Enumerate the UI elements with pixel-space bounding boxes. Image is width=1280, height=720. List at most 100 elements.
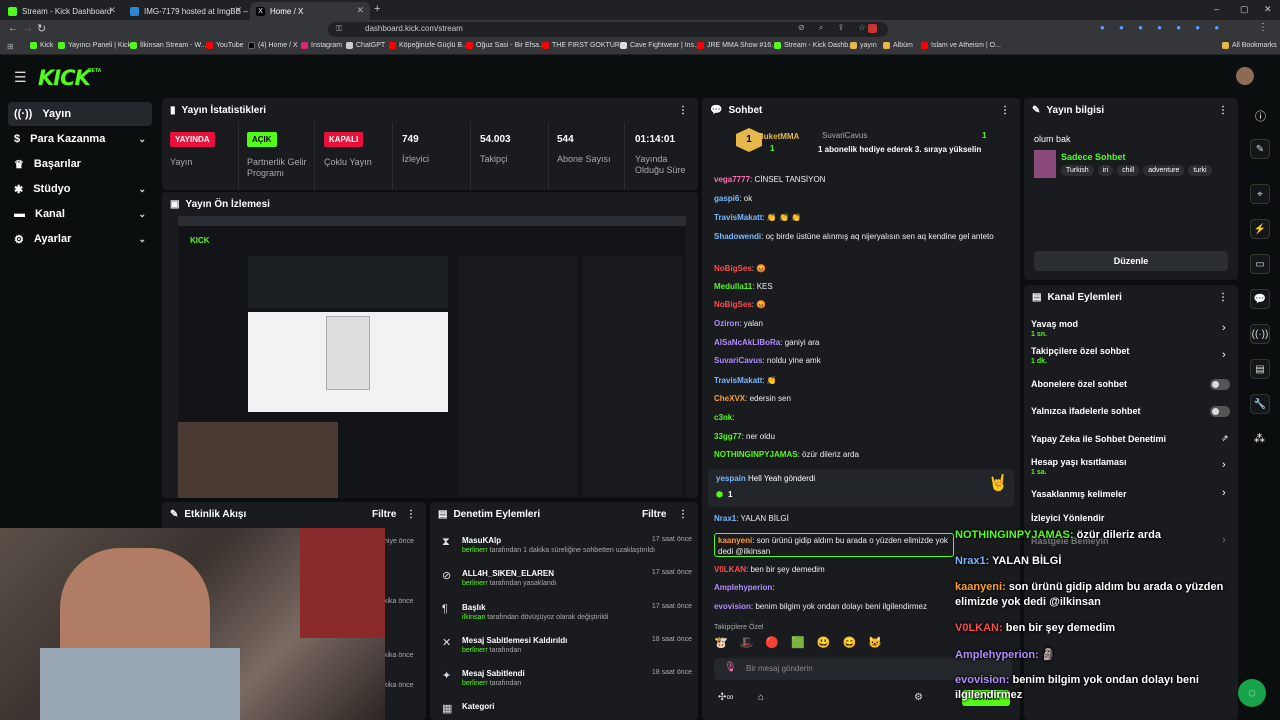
bookmark[interactable]: Oğuz Sasi - Bir Efsa... — [466, 42, 545, 49]
chat-message[interactable]: Oziron: yalan — [714, 318, 1014, 329]
bookmark[interactable]: Kick — [30, 42, 53, 49]
redirect-viewers-row[interactable]: İzleyici Yönlendir — [1031, 513, 1104, 523]
microphone-icon[interactable]: 🎙 — [724, 662, 737, 673]
moderation-item[interactable]: ▦ Kategori — [442, 702, 692, 715]
chat-message[interactable]: Nrax1: YALAN BİLGİ — [714, 513, 1014, 524]
list-rail-button[interactable]: ▤ — [1250, 359, 1270, 379]
chat-username[interactable]: TravisMakatt — [714, 213, 762, 222]
chat-message[interactable]: TravisMakatt: 👏 — [714, 375, 1014, 386]
more-icon[interactable]: ⋮ — [1000, 105, 1010, 116]
subscribers-only-row[interactable]: Abonelere özel sohbet — [1031, 379, 1127, 389]
chat-username[interactable]: V0LKAN — [714, 565, 746, 574]
moderation-item[interactable]: ⧗ MasuKAlp berlinerr tarafından 1 dakika … — [442, 536, 692, 554]
chat-username[interactable]: Shadowendi — [714, 232, 761, 241]
browser-tab-kick[interactable]: Stream - Kick Dashboard ✕ — [2, 2, 122, 20]
chat-username[interactable]: TravisMakatt — [714, 376, 762, 385]
chevron-right-icon[interactable]: › — [1222, 322, 1226, 334]
back-icon[interactable]: ← — [8, 23, 18, 34]
activity-filter-button[interactable]: Filtre — [372, 509, 396, 520]
chat-message[interactable]: c3nk: — [714, 412, 1014, 423]
chat-username[interactable]: NoBigSes — [714, 264, 752, 273]
account-age-row[interactable]: Hesap yaşı kısıtlaması — [1031, 457, 1127, 467]
edit-stream-info-button[interactable]: Düzenle — [1034, 251, 1228, 271]
chat-message[interactable]: AlSaNcAkLIBoRa: ganiyi ara — [714, 337, 1014, 348]
broadcast-rail-button[interactable]: ((·)) — [1250, 324, 1270, 344]
sidebar-item-ayarlar[interactable]: ⚙ Ayarlar ⌄ — [8, 227, 152, 251]
chat-username[interactable]: c3nk — [714, 413, 732, 422]
bookmark[interactable]: Instagram — [301, 42, 342, 49]
bookmark[interactable]: Albüm — [883, 42, 913, 49]
chat-message[interactable]: NoBigSes: 😡 — [714, 299, 1014, 310]
chat-username[interactable]: NoBigSes — [714, 300, 752, 309]
chevron-right-icon[interactable]: › — [1222, 534, 1226, 546]
chat-rail-button[interactable]: 💬 — [1250, 289, 1270, 309]
store-icon[interactable]: ⌂ — [758, 692, 764, 703]
chat-tools-icon[interactable]: ✣∞ — [718, 692, 734, 703]
more-icon[interactable]: ⋮ — [406, 509, 416, 520]
chat-username[interactable]: kaanyeni — [718, 536, 752, 545]
banned-words-row[interactable]: Yasaklanmış kelimeler — [1031, 489, 1127, 499]
tag[interactable]: iri — [1097, 165, 1114, 176]
chevron-right-icon[interactable]: › — [1222, 349, 1226, 361]
bookmark[interactable]: JRE MMA Show #16... — [697, 42, 777, 49]
chat-message[interactable]: Medulla11: KES — [714, 281, 1014, 292]
bookmark[interactable]: Stream - Kick Dashb... — [774, 42, 854, 49]
tag[interactable]: Turkish — [1061, 165, 1094, 176]
slow-mode-row[interactable]: Yavaş mod — [1031, 319, 1078, 329]
sidebar-item-kanal[interactable]: ▬ Kanal ⌄ — [8, 202, 152, 226]
moderation-item[interactable]: ¶ Başlık ilkinsan tarafından dövüşüyoz ol… — [442, 603, 692, 621]
sidebar-item-para-kazanma[interactable]: $ Para Kazanma ⌄ — [8, 127, 152, 151]
more-icon[interactable]: ⋮ — [678, 105, 688, 116]
extensions-icon[interactable]: ● ● ● ● ● ● ● — [1100, 23, 1225, 32]
followers-only-row[interactable]: Takipçilere özel sohbet — [1031, 346, 1129, 356]
extension-icon[interactable] — [868, 24, 877, 33]
chat-message[interactable]: NOTHINGINPYJAMAS: özür dileriz arda — [714, 449, 1014, 460]
apps-icon[interactable]: ⊞ — [7, 42, 14, 51]
chat-username[interactable]: evovision — [714, 602, 751, 611]
bookmark[interactable]: (4) Home / X — [248, 42, 298, 49]
chat-settings-icon[interactable]: ⚙ — [914, 692, 923, 703]
category-name[interactable]: Sadece Sohbet — [1061, 152, 1126, 162]
sidebar-item-yayin[interactable]: ((·)) Yayın — [8, 102, 152, 126]
close-window-button[interactable]: ✕ — [1264, 4, 1272, 15]
bookmark[interactable]: Cave Fightwear | Ins... — [620, 42, 700, 49]
chat-username[interactable]: SuvariCavus — [714, 356, 762, 365]
chat-message[interactable]: kaanyeni: son ürünü gidip aldım bu arada… — [714, 533, 954, 557]
moderation-item[interactable]: ✦ Mesaj Sabitlendi berlinerr tarafından 1… — [442, 669, 692, 687]
chat-username[interactable]: Oziron — [714, 319, 739, 328]
chat-username[interactable]: gaspi6 — [714, 194, 739, 203]
chat-message[interactable]: 33gg77: ner oldu — [714, 431, 1014, 442]
bolt-rail-button[interactable]: ⚡ — [1250, 219, 1270, 239]
tag[interactable]: turki — [1188, 165, 1212, 176]
kick-logo[interactable]: KICK — [38, 66, 91, 90]
chat-message[interactable]: vega7777: CİNSEL TANSİYON — [714, 174, 1014, 185]
pinned-user[interactable]: SuvariCavus — [822, 131, 867, 140]
close-tab-icon[interactable]: ✕ — [356, 5, 364, 16]
chat-message[interactable]: SuvariCavus: noldu yine amk — [714, 355, 1014, 366]
moderation-filter-button[interactable]: Filtre — [642, 509, 666, 520]
chat-username[interactable]: Amplehyperion — [714, 583, 772, 592]
info-icon[interactable]: ⓘ — [1255, 108, 1266, 124]
chat-username[interactable]: CheXVX — [714, 394, 745, 403]
browser-menu-icon[interactable]: ⋮ — [1258, 22, 1268, 33]
chat-username[interactable]: NOTHINGINPYJAMAS — [714, 450, 798, 459]
reload-icon[interactable]: ↻ — [37, 22, 46, 35]
chat-username[interactable]: AlSaNcAkLIBoRa — [714, 338, 780, 347]
subscribers-only-toggle[interactable] — [1210, 379, 1230, 390]
browser-tab-x[interactable]: X Home / X ✕ — [250, 2, 370, 20]
moderation-item[interactable]: ✕ Mesaj Sabitlemesi Kaldırıldı berlinerr … — [442, 636, 692, 654]
site-info-icon[interactable]: ⚿ — [336, 24, 342, 34]
emote-bar[interactable]: 🐮🎩🔴🟩😃😄😺 — [714, 636, 954, 652]
close-tab-icon[interactable]: ✕ — [234, 5, 242, 16]
target-rail-button[interactable]: ⌖ — [1250, 184, 1270, 204]
maximize-button[interactable]: ▢ — [1240, 4, 1249, 15]
bookmark[interactable]: İlkinsan Stream - W... — [130, 42, 207, 49]
tag[interactable]: chill — [1117, 165, 1140, 176]
chat-message[interactable]: gaspi6: ok — [714, 193, 1014, 204]
external-link-icon[interactable]: ⇗ — [1221, 433, 1229, 444]
bookmark[interactable]: Islam ve Atheism | O... — [921, 42, 1001, 49]
omnibox-actions-icon[interactable]: ⊘ ⌕ ⇪ ☆ — [798, 23, 872, 33]
bookmark[interactable]: ChatGPT — [346, 42, 385, 49]
ai-moderation-row[interactable]: Yapay Zeka ile Sohbet Denetimi — [1031, 434, 1166, 444]
chat-message[interactable]: Shadowendi: oç birde üstüne alınmış aq n… — [714, 231, 1014, 255]
